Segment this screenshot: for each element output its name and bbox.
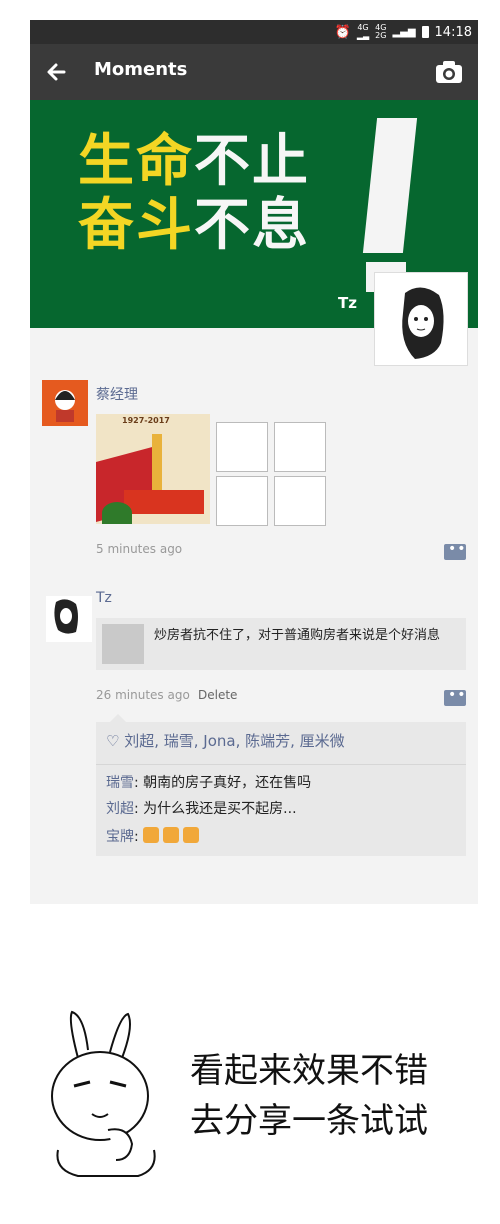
comment-item[interactable]: 宝牌: bbox=[106, 826, 203, 846]
divider bbox=[96, 764, 466, 765]
exclamation-mark bbox=[362, 118, 418, 253]
signal-icon: ▂▄▆ bbox=[392, 26, 416, 38]
post-author[interactable]: 蔡经理 bbox=[96, 384, 138, 404]
post-image-thumb[interactable] bbox=[216, 422, 268, 472]
thinking-rabbit-icon bbox=[51, 1010, 156, 1177]
link-thumbnail bbox=[102, 624, 144, 664]
caption-line: 去分享一条试试 bbox=[190, 1101, 428, 1141]
phone-screen: ⏰ 4G ▂▃ 4G 2G ▂▄▆ 14:18 Moments 生命不止 奋斗不息 bbox=[30, 20, 478, 904]
comment-button[interactable] bbox=[444, 541, 467, 560]
moments-feed: 蔡经理 1927-2017 5 minutes ago Tz 炒房者抗不住了，对… bbox=[30, 328, 478, 904]
link-title: 炒房者抗不住了，对于普通购房者来说是个好消息 bbox=[154, 628, 441, 643]
cartoon-girl-avatar-icon bbox=[55, 390, 75, 422]
post-time: 5 minutes ago bbox=[96, 542, 183, 556]
battery-icon bbox=[421, 26, 429, 38]
alarm-icon: ⏰ bbox=[334, 24, 351, 40]
post-avatar[interactable] bbox=[42, 380, 88, 426]
page-title: Moments bbox=[94, 59, 188, 80]
caption-line: 看起来效果不错 bbox=[190, 1051, 428, 1091]
post-author[interactable]: Tz bbox=[96, 590, 112, 606]
post-image-main[interactable]: 1927-2017 bbox=[96, 414, 210, 524]
camera-icon[interactable] bbox=[434, 58, 464, 86]
network-indicator-2: 4G 2G bbox=[375, 23, 387, 40]
status-bar: ⏰ 4G ▂▃ 4G 2G ▂▄▆ 14:18 bbox=[30, 20, 478, 44]
comment-button[interactable] bbox=[444, 687, 467, 706]
bottom-caption: 看起来效果不错 去分享一条试试 bbox=[190, 1046, 428, 1146]
owner-name: Tz bbox=[338, 294, 357, 312]
top-bar: Moments bbox=[30, 44, 478, 100]
post-image-thumb[interactable] bbox=[216, 476, 268, 526]
shared-link-card[interactable]: 炒房者抗不住了，对于普通购房者来说是个好消息 bbox=[96, 618, 466, 670]
comment-item[interactable]: 瑞雪: 朝南的房子真好，还在售吗 bbox=[106, 772, 311, 792]
heart-icon: ♡ bbox=[106, 732, 120, 750]
delete-link[interactable]: Delete bbox=[198, 688, 237, 702]
thumbs-up-icon bbox=[183, 827, 200, 843]
post-avatar[interactable] bbox=[46, 596, 92, 642]
network-indicator: 4G ▂▃ bbox=[356, 23, 370, 40]
likes-comments-box: ♡ 刘超, 瑞雪, Jona, 陈端芳, 厘米微 瑞雪: 朝南的房子真好，还在售… bbox=[96, 714, 466, 856]
ink-girl-avatar-icon bbox=[54, 599, 78, 634]
likes-row: ♡ 刘超, 瑞雪, Jona, 陈端芳, 厘米微 bbox=[106, 730, 345, 751]
status-time: 14:18 bbox=[434, 24, 472, 40]
post-image-thumb[interactable] bbox=[274, 476, 326, 526]
likes-names[interactable]: 刘超, 瑞雪, Jona, 陈端芳, 厘米微 bbox=[124, 732, 344, 750]
comment-item[interactable]: 刘超: 为什么我还是买不起房... bbox=[106, 798, 297, 818]
cover-slogan: 生命不止 奋斗不息 bbox=[78, 129, 310, 258]
thumbs-up-icon bbox=[163, 827, 180, 843]
image-caption: 1927-2017 bbox=[122, 416, 170, 425]
back-arrow-icon[interactable] bbox=[42, 57, 72, 87]
post-time: 26 minutes ago bbox=[96, 688, 190, 702]
post-image-thumb[interactable] bbox=[274, 422, 326, 472]
thumbs-up-icon bbox=[143, 827, 160, 843]
